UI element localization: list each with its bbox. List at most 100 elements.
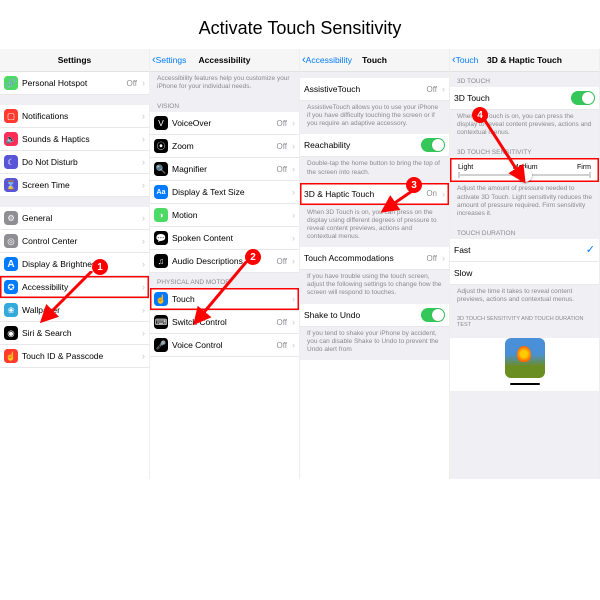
pane-touch: ‹AccessibilityTouch AssistiveTouchOff› A… (300, 49, 450, 479)
shake-desc: If you tend to shake your iPhone by acci… (300, 327, 449, 360)
header-accessibility: ‹SettingsAccessibility (150, 49, 299, 72)
row-sounds[interactable]: 🔈Sounds & Haptics› (0, 128, 149, 151)
row-shake-undo[interactable]: Shake to Undo (300, 304, 449, 327)
row-hotspot[interactable]: 🔗Personal HotspotOff› (0, 72, 149, 95)
3d-haptic-desc: When 3D Touch is on, you can press on th… (300, 206, 449, 248)
row-3d-haptic[interactable]: 3D & Haptic TouchOn› (300, 183, 449, 206)
chevron-right-icon: › (142, 157, 145, 167)
speech-icon: 💬 (154, 231, 168, 245)
row-voiceover[interactable]: VVoiceOverOff› (150, 112, 299, 135)
chevron-right-icon: › (142, 351, 145, 361)
chain-icon: 🔗 (4, 76, 18, 90)
page-title: Activate Touch Sensitivity (0, 0, 600, 49)
accommodations-desc: If you have trouble using the touch scre… (300, 270, 449, 303)
chevron-right-icon: › (292, 294, 295, 304)
chevron-right-icon: › (142, 180, 145, 190)
row-slow[interactable]: Slow (450, 262, 599, 285)
chevron-right-icon: › (142, 134, 145, 144)
section-vision: VISION (150, 97, 299, 112)
hourglass-icon: ⌛ (4, 178, 18, 192)
toggle-reachability[interactable] (421, 138, 445, 152)
row-voice-control[interactable]: 🎤Voice ControlOff› (150, 334, 299, 357)
slider-firm-label: Firm (577, 164, 591, 171)
chevron-right-icon: › (142, 259, 145, 269)
annotation-4: 4 (472, 107, 488, 123)
chevron-right-icon: › (142, 213, 145, 223)
row-spoken[interactable]: 💬Spoken Content› (150, 227, 299, 250)
flower-icon: ❀ (4, 303, 18, 317)
arrow-4 (482, 119, 532, 189)
section-3d: 3D TOUCH (450, 72, 599, 87)
chevron-right-icon: › (142, 78, 145, 88)
arrow-1 (40, 271, 100, 331)
moon-icon: ☾ (4, 155, 18, 169)
audio-icon: ♫ (154, 254, 168, 268)
panes-container: Settings 🔗Personal HotspotOff› ▢Notifica… (0, 49, 600, 479)
duration-desc: Adjust the time it takes to reveal conte… (450, 285, 599, 310)
arrow-3 (380, 189, 420, 219)
chevron-right-icon: › (142, 111, 145, 121)
switch-icon: ⌨ (154, 315, 168, 329)
chevron-right-icon: › (292, 187, 295, 197)
text-size-icon: Aa (154, 185, 168, 199)
chevron-right-icon: › (142, 328, 145, 338)
accessibility-icon: ✪ (4, 280, 18, 294)
chevron-right-icon: › (292, 164, 295, 174)
row-screentime[interactable]: ⌛Screen Time› (0, 174, 149, 197)
chevron-right-icon: › (292, 141, 295, 151)
voiceover-icon: V (154, 116, 168, 130)
header-settings: Settings (0, 49, 149, 72)
speaker-icon: 🔈 (4, 132, 18, 146)
row-accommodations[interactable]: Touch AccommodationsOff› (300, 247, 449, 270)
toggle-shake[interactable] (421, 308, 445, 322)
chevron-right-icon: › (292, 118, 295, 128)
row-fast[interactable]: Fast✓ (450, 239, 599, 262)
home-indicator (510, 383, 540, 385)
back-button[interactable]: ‹Accessibility (302, 54, 352, 66)
magnifier-icon: 🔍 (154, 162, 168, 176)
section-test: 3D TOUCH SENSITIVITY AND TOUCH DURATION … (450, 310, 599, 330)
row-touchid[interactable]: ☝Touch ID & Passcode› (0, 345, 149, 368)
row-general[interactable]: ⚙General› (0, 207, 149, 230)
gear-icon: ⚙ (4, 211, 18, 225)
section-duration: TOUCH DURATION (450, 224, 599, 239)
chevron-right-icon: › (292, 233, 295, 243)
arrow-2 (192, 261, 257, 331)
motion-icon: ◑ (154, 208, 168, 222)
row-magnifier[interactable]: 🔍MagnifierOff› (150, 158, 299, 181)
pane-settings: Settings 🔗Personal HotspotOff› ▢Notifica… (0, 49, 150, 479)
back-button[interactable]: ‹Settings (152, 54, 186, 66)
row-zoom[interactable]: ⦿ZoomOff› (150, 135, 299, 158)
zoom-icon: ⦿ (154, 139, 168, 153)
chevron-right-icon: › (142, 282, 145, 292)
header-3d: ‹Touch3D & Haptic Touch (450, 49, 599, 72)
row-assistivetouch[interactable]: AssistiveTouchOff› (300, 78, 449, 101)
row-display-text[interactable]: AaDisplay & Text Size› (150, 181, 299, 204)
pane-accessibility: ‹SettingsAccessibility Accessibility fea… (150, 49, 300, 479)
header-touch: ‹AccessibilityTouch (300, 49, 449, 72)
row-motion[interactable]: ◑Motion› (150, 204, 299, 227)
toggles-icon: ◎ (4, 234, 18, 248)
pane-3d-touch: ‹Touch3D & Haptic Touch 3D TOUCH 3D Touc… (450, 49, 600, 479)
row-dnd[interactable]: ☾Do Not Disturb› (0, 151, 149, 174)
annotation-1: 1 (92, 259, 108, 275)
bell-icon: ▢ (4, 109, 18, 123)
chevron-right-icon: › (442, 253, 445, 263)
chevron-right-icon: › (142, 305, 145, 315)
chevron-right-icon: › (442, 189, 445, 199)
row-reachability[interactable]: Reachability (300, 134, 449, 157)
annotation-2: 2 (245, 249, 261, 265)
fingerprint-icon: ☝ (4, 349, 18, 363)
row-notifications[interactable]: ▢Notifications› (0, 105, 149, 128)
chevron-right-icon: › (292, 210, 295, 220)
test-image[interactable] (505, 338, 545, 378)
toggle-3d-touch[interactable] (571, 91, 595, 105)
annotation-3: 3 (406, 177, 422, 193)
row-control-center[interactable]: ◎Control Center› (0, 230, 149, 253)
chevron-right-icon: › (292, 317, 295, 327)
slider-light-label: Light (458, 164, 473, 171)
chevron-right-icon: › (442, 84, 445, 94)
back-button[interactable]: ‹Touch (452, 54, 478, 66)
chevron-right-icon: › (142, 236, 145, 246)
siri-icon: ◉ (4, 326, 18, 340)
